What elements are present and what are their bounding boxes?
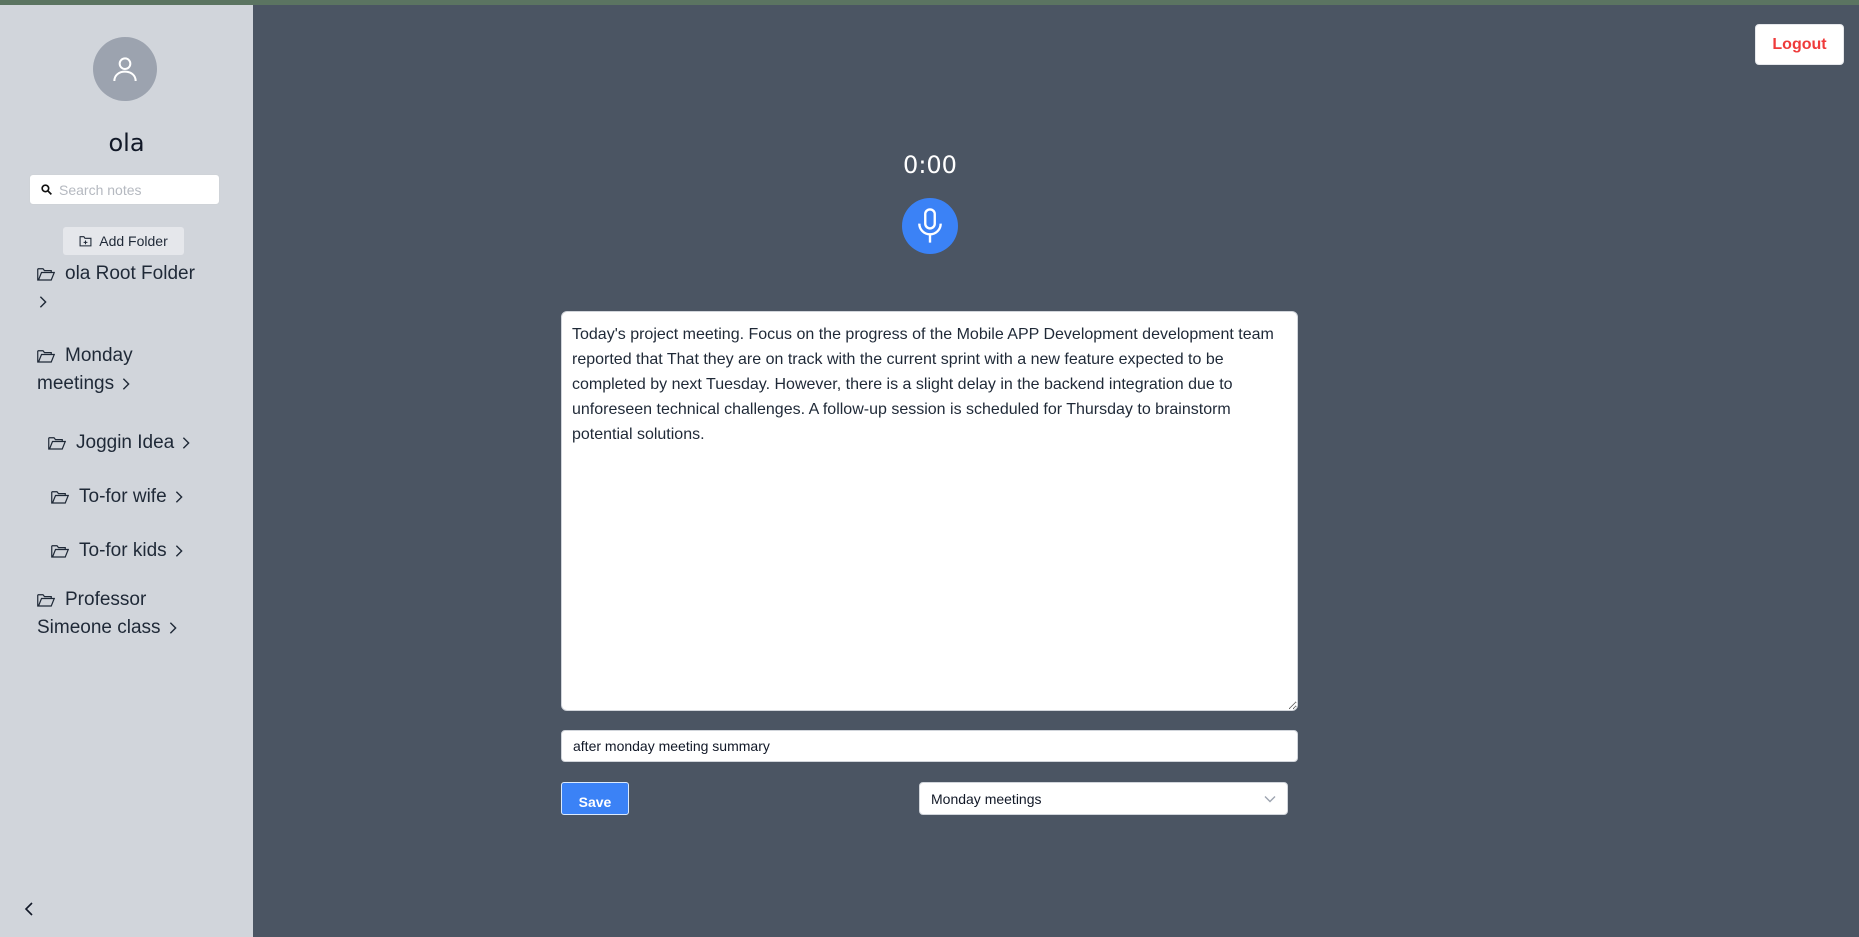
- microphone-icon: [918, 208, 942, 243]
- folder-item-to-for-kids[interactable]: To-for kids: [51, 537, 185, 565]
- username: ola: [108, 129, 145, 157]
- chevron-right-icon: [183, 437, 190, 449]
- folder-item-ola-root[interactable]: ola Root Folder: [37, 260, 217, 316]
- note-textarea[interactable]: Today's project meeting. Focus on the pr…: [561, 311, 1298, 711]
- user-icon: [113, 57, 137, 82]
- folder-open-icon: [51, 545, 69, 558]
- add-folder-button[interactable]: Add Folder: [63, 227, 184, 255]
- folder-open-icon: [37, 268, 55, 281]
- folder-select-value: Monday meetings: [931, 790, 1042, 807]
- folder-select[interactable]: Monday meetings: [919, 782, 1288, 815]
- add-folder-label: Add Folder: [99, 233, 168, 249]
- chevron-right-icon: [122, 378, 130, 390]
- folder-label: To-for wife: [79, 486, 167, 507]
- folder-label: ola Root Folder: [65, 263, 195, 284]
- folder-item-joggin-idea[interactable]: Joggin Idea: [48, 429, 192, 457]
- chevron-right-icon: [175, 491, 183, 503]
- chevron-down-icon: [1264, 795, 1276, 802]
- avatar: [93, 37, 157, 101]
- folder-label: Joggin Idea: [76, 432, 175, 453]
- folder-open-icon: [51, 491, 69, 504]
- folder-open-icon: [37, 594, 55, 607]
- chevron-right-icon: [39, 296, 47, 308]
- folder-open-icon: [48, 437, 66, 450]
- search-icon: [41, 184, 52, 195]
- sidebar: ola Add Folder ola Root Folder Monday me…: [0, 5, 253, 937]
- note-title-input[interactable]: [561, 730, 1298, 762]
- folder-item-monday-meetings[interactable]: Monday meetings: [37, 342, 207, 398]
- search-box[interactable]: [29, 174, 220, 205]
- chevron-right-icon: [175, 545, 183, 557]
- folder-label: To-for kids: [79, 540, 167, 561]
- chevron-right-icon: [169, 622, 177, 634]
- folder-plus-icon: [79, 236, 92, 247]
- search-input[interactable]: [59, 181, 209, 198]
- folder-open-icon: [37, 350, 55, 363]
- record-button[interactable]: [902, 198, 958, 254]
- chevron-left-icon[interactable]: [20, 900, 38, 918]
- recording-timer: 0:00: [903, 151, 957, 179]
- folder-item-to-for-wife[interactable]: To-for wife: [51, 483, 185, 511]
- logout-button[interactable]: Logout: [1755, 24, 1844, 65]
- folder-item-professor-simeone-class[interactable]: Professor Simeone class: [37, 586, 207, 642]
- folder-label: Professor Simeone class: [37, 589, 161, 638]
- save-button[interactable]: Save: [561, 782, 629, 815]
- top-border: [0, 0, 1859, 5]
